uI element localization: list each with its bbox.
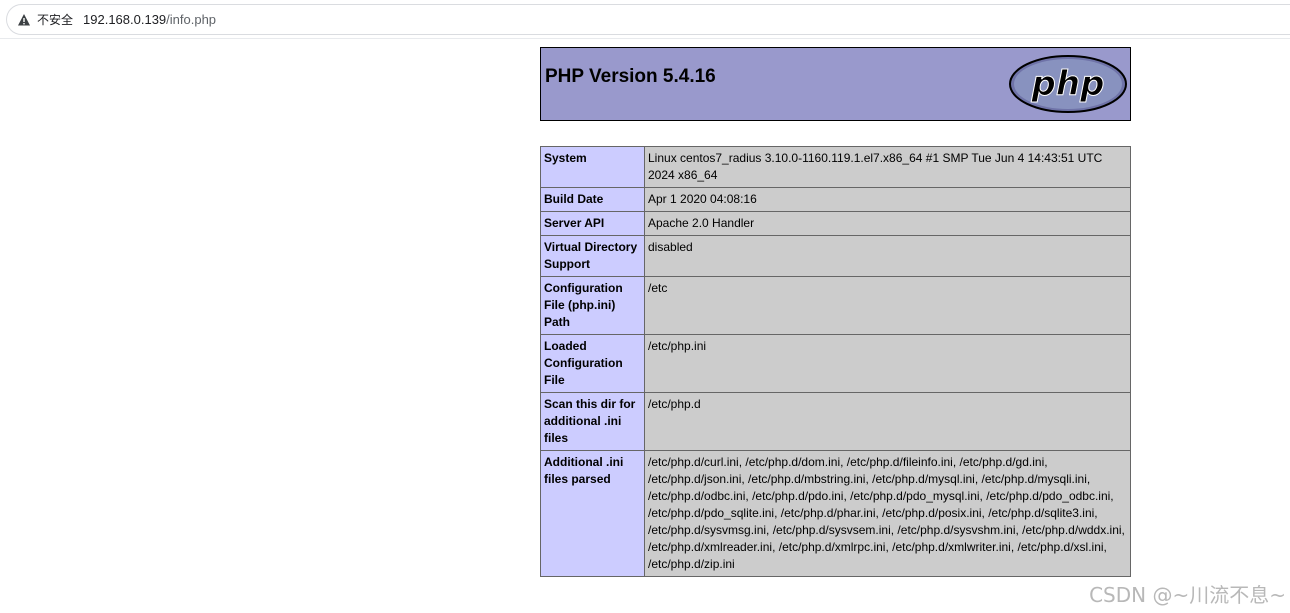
table-row: Virtual Directory Support disabled [540,235,1131,277]
table-row: Build Date Apr 1 2020 04:08:16 [540,187,1131,212]
table-row: System Linux centos7_radius 3.10.0-1160.1… [540,146,1131,188]
address-bar: 不安全 192.168.0.139/info.php [0,0,1290,40]
row-key: Scan this dir for additional .ini files [540,392,645,451]
info-table: System Linux centos7_radius 3.10.0-1160.1… [540,146,1131,577]
row-value: Linux centos7_radius 3.10.0-1160.119.1.e… [644,146,1131,188]
toolbar-divider [0,38,1290,39]
row-value: Apache 2.0 Handler [644,211,1131,236]
row-key: Configuration File (php.ini) Path [540,276,645,335]
row-value: /etc/php.d/curl.ini, /etc/php.d/dom.ini,… [644,450,1131,577]
url-field[interactable]: 不安全 192.168.0.139/info.php [6,4,1290,35]
row-key: Additional .ini files parsed [540,450,645,577]
row-value: /etc/php.d [644,392,1131,451]
table-row: Configuration File (php.ini) Path/etc [540,276,1131,335]
table-row: Server API Apache 2.0 Handler [540,211,1131,236]
url-host[interactable]: 192.168.0.139 [83,12,166,27]
phpinfo-content: PHP Version 5.4.16 php System Linux cento… [540,47,1131,577]
php-logo[interactable]: php [1008,54,1128,114]
php-logo-text: php [1031,64,1105,104]
row-key: Build Date [540,187,645,212]
row-value: /etc [644,276,1131,335]
url-path[interactable]: /info.php [166,12,216,27]
row-key: Loaded Configuration File [540,334,645,393]
php-version-header: PHP Version 5.4.16 php [540,47,1131,121]
table-row: Scan this dir for additional .ini files /… [540,392,1131,451]
row-key: Server API [540,211,645,236]
row-value: Apr 1 2020 04:08:16 [644,187,1131,212]
row-key: Virtual Directory Support [540,235,645,277]
table-row: Additional .ini files parsed/etc/php.d/c… [540,450,1131,577]
watermark: CSDN @~川流不息~ [1089,583,1286,607]
row-value: /etc/php.ini [644,334,1131,393]
security-status-label[interactable]: 不安全 [37,11,73,28]
row-value: disabled [644,235,1131,277]
warning-triangle-icon[interactable] [17,13,31,27]
row-key: System [540,146,645,188]
page-title: PHP Version 5.4.16 [545,66,716,87]
table-row: Loaded Configuration File/etc/php.ini [540,334,1131,393]
